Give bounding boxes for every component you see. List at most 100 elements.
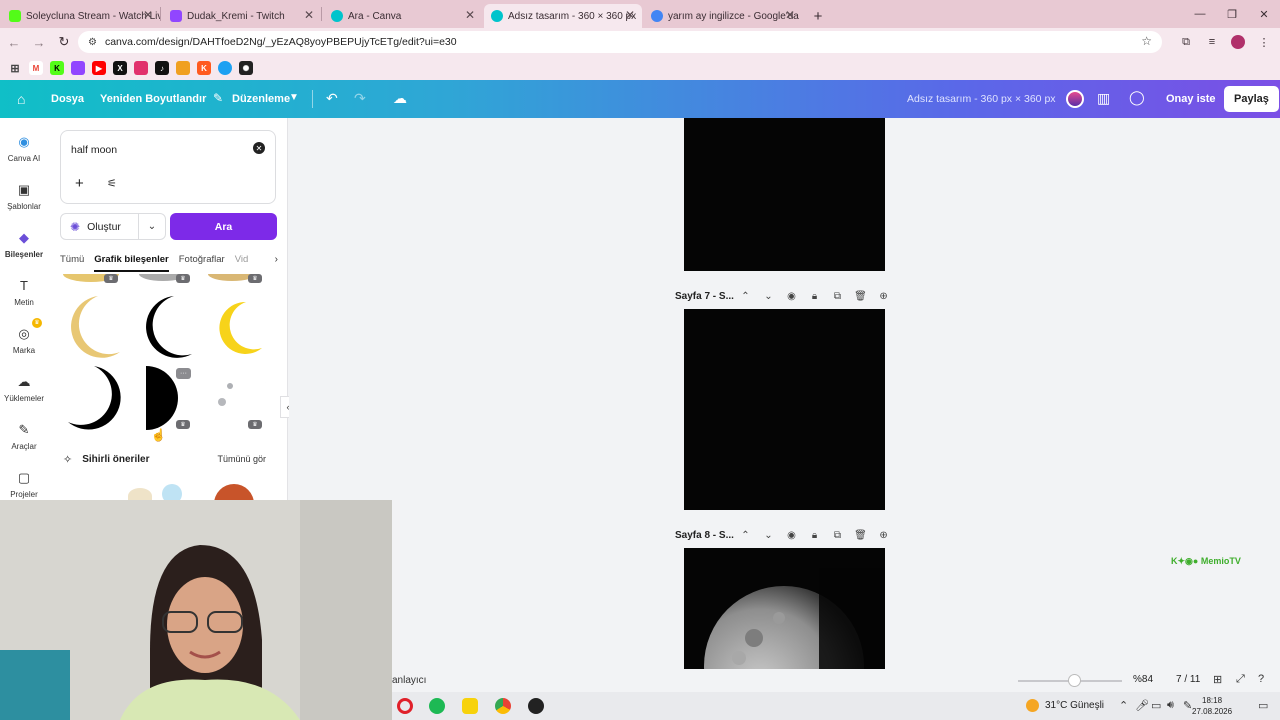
rail-item-tools[interactable]: ✎ Araçlar — [0, 422, 48, 451]
user-avatar[interactable] — [1066, 90, 1084, 108]
move-down-icon[interactable]: ⌄ — [757, 291, 780, 302]
hide-page-icon[interactable]: ◉ — [780, 530, 803, 541]
tab-videos[interactable]: Vid — [235, 254, 249, 272]
chevron-down-icon[interactable]: ▼ — [289, 92, 299, 103]
volume-icon[interactable]: 🔊︎ — [1167, 699, 1174, 712]
create-dropdown[interactable]: ✺ Oluştur ⌄ — [60, 213, 166, 240]
add-page-icon[interactable]: ⊕ — [872, 530, 895, 541]
page-counter[interactable]: 7 / 11 — [1176, 674, 1200, 685]
suggestion-thumb[interactable] — [162, 484, 182, 500]
rail-item-projects[interactable]: ▢ Projeler — [0, 470, 48, 499]
move-up-icon[interactable]: ⌃ — [734, 530, 757, 541]
rail-item-elements[interactable]: ◆ Bileşenler — [0, 230, 48, 259]
browser-tab-google[interactable]: yarım ay ingilizce - Google'da ✕ — [644, 4, 802, 28]
page-label[interactable]: Sayfa 7 - S... — [675, 291, 734, 302]
bookmark-x-icon[interactable]: X — [113, 61, 127, 75]
back-icon[interactable]: ← — [3, 31, 25, 53]
clear-search-icon[interactable]: ✕ — [253, 142, 265, 154]
grid-view-icon[interactable]: ⊞ — [1213, 673, 1222, 686]
apps-grid-icon[interactable]: ⊞ — [8, 61, 22, 75]
add-icon[interactable]: + — [75, 175, 84, 192]
design-page[interactable] — [684, 309, 885, 510]
reload-icon[interactable]: ↻ — [53, 31, 75, 53]
tab-graphics[interactable]: Grafik bileşenler — [94, 254, 169, 272]
result-item[interactable]: ♛ — [202, 274, 268, 286]
obs-icon[interactable] — [528, 698, 544, 714]
pen-icon[interactable]: ✎ — [1183, 699, 1192, 712]
result-item[interactable]: ♛ — [130, 274, 196, 286]
redo-icon[interactable]: ↷ — [354, 90, 366, 107]
insights-chart-icon[interactable]: ▥ — [1097, 90, 1110, 107]
close-tab-icon[interactable]: ✕ — [304, 8, 314, 22]
chevron-right-icon[interactable]: › — [275, 254, 278, 265]
suggestion-thumb[interactable] — [128, 488, 152, 500]
page-label[interactable]: Sayfa 8 - S... — [675, 530, 734, 541]
browser-tab-canva-search[interactable]: Ara - Canva ✕ — [324, 4, 482, 28]
approve-button[interactable]: Onay iste — [1166, 93, 1216, 105]
browser-tab-twitch[interactable]: Dudak_Kremi - Twitch ✕ — [163, 4, 321, 28]
url-field[interactable]: ⚙ canva.com/design/DAHTfoeD2Ng/_yEzAQ8yo… — [78, 31, 1162, 53]
chevron-down-icon[interactable]: ⌄ — [138, 214, 165, 239]
move-up-icon[interactable]: ⌃ — [734, 291, 757, 302]
bookmark-instagram-icon[interactable] — [134, 61, 148, 75]
suggestion-thumb[interactable] — [214, 484, 254, 500]
notification-icon[interactable]: ▭ — [1258, 699, 1268, 712]
sticky-notes-icon[interactable] — [462, 698, 478, 714]
rail-item-text[interactable]: T Metin — [0, 278, 48, 307]
bookmark-chatgpt-icon[interactable]: ✺ — [239, 61, 253, 75]
share-button[interactable]: Paylaş — [1224, 86, 1279, 112]
file-menu[interactable]: Dosya — [51, 93, 84, 105]
browser-tab-kick[interactable]: Soleycluna Stream - Watch Live ✕ — [2, 4, 160, 28]
see-all-link[interactable]: Tümünü gör — [217, 454, 266, 464]
display-icon[interactable]: ▭ — [1151, 699, 1161, 712]
result-item[interactable]: ♛ — [202, 364, 270, 432]
chrome-icon[interactable] — [495, 698, 511, 714]
result-item[interactable] — [130, 292, 196, 360]
bookmark-gmail-icon[interactable]: M — [29, 61, 43, 75]
home-icon[interactable]: ⌂ — [17, 91, 25, 107]
zoom-level[interactable]: %84 — [1133, 674, 1153, 685]
design-page[interactable] — [684, 548, 885, 669]
close-tab-icon[interactable]: ✕ — [625, 8, 635, 22]
microphone-icon[interactable]: 🎤︎ — [1135, 699, 1149, 712]
lock-icon[interactable]: 🔒︎ — [803, 530, 826, 541]
hide-page-icon[interactable]: ◉ — [780, 291, 803, 302]
result-item[interactable] — [202, 292, 268, 360]
design-page[interactable] — [684, 118, 885, 271]
close-tab-icon[interactable]: ✕ — [143, 8, 153, 22]
weather-text[interactable]: 31°C Güneşli — [1045, 700, 1104, 711]
restore-icon[interactable]: ❐ — [1216, 0, 1248, 28]
bookmark-blue-icon[interactable] — [218, 61, 232, 75]
help-icon[interactable]: ? — [1258, 673, 1264, 685]
bookmark-tiktok-icon[interactable]: ♪ — [155, 61, 169, 75]
minimize-icon[interactable]: — — [1184, 0, 1216, 28]
resize-menu[interactable]: Yeniden Boyutlandır — [100, 93, 206, 105]
close-tab-icon[interactable]: ✕ — [785, 8, 795, 22]
new-tab-button[interactable]: + — [806, 4, 830, 28]
notes-label[interactable]: anlayıcı — [392, 675, 426, 686]
move-down-icon[interactable]: ⌄ — [757, 530, 780, 541]
design-title[interactable]: Adsız tasarım - 360 px × 360 px — [907, 93, 1056, 105]
search-input[interactable]: half moon — [71, 144, 117, 156]
system-clock[interactable]: 18:18 27.08.2026 — [1192, 695, 1232, 717]
forward-icon[interactable]: → — [28, 31, 50, 53]
media-icon[interactable]: ≡ — [1202, 32, 1222, 52]
result-item[interactable] — [58, 292, 124, 360]
close-window-icon[interactable]: ✕ — [1248, 0, 1280, 28]
rail-item-uploads[interactable]: ☁ Yüklemeler — [0, 374, 48, 403]
rail-item-templates[interactable]: ▣ Şablonlar — [0, 182, 48, 211]
search-button[interactable]: Ara — [170, 213, 277, 240]
result-item[interactable] — [58, 364, 124, 432]
site-info-icon[interactable]: ⚙ — [88, 37, 97, 48]
rail-item-brand[interactable]: ◎ ♛ Marka — [0, 318, 48, 355]
undo-icon[interactable]: ↶ — [326, 90, 338, 107]
zoom-slider-handle[interactable] — [1068, 674, 1081, 687]
tab-photos[interactable]: Fotoğraflar — [179, 254, 225, 272]
result-item[interactable]: ♛ — [58, 274, 124, 286]
trash-icon[interactable]: 🗑︎ — [849, 530, 872, 541]
bookmark-k-icon[interactable]: K — [197, 61, 211, 75]
filter-sliders-icon[interactable]: ⚟ — [107, 177, 117, 190]
browser-tab-canva-design[interactable]: Adsız tasarım - 360 × 360 px ✕ — [484, 4, 642, 28]
duplicate-icon[interactable]: ⧉ — [826, 530, 849, 541]
bookmark-star-icon[interactable]: ☆ — [1141, 34, 1152, 48]
